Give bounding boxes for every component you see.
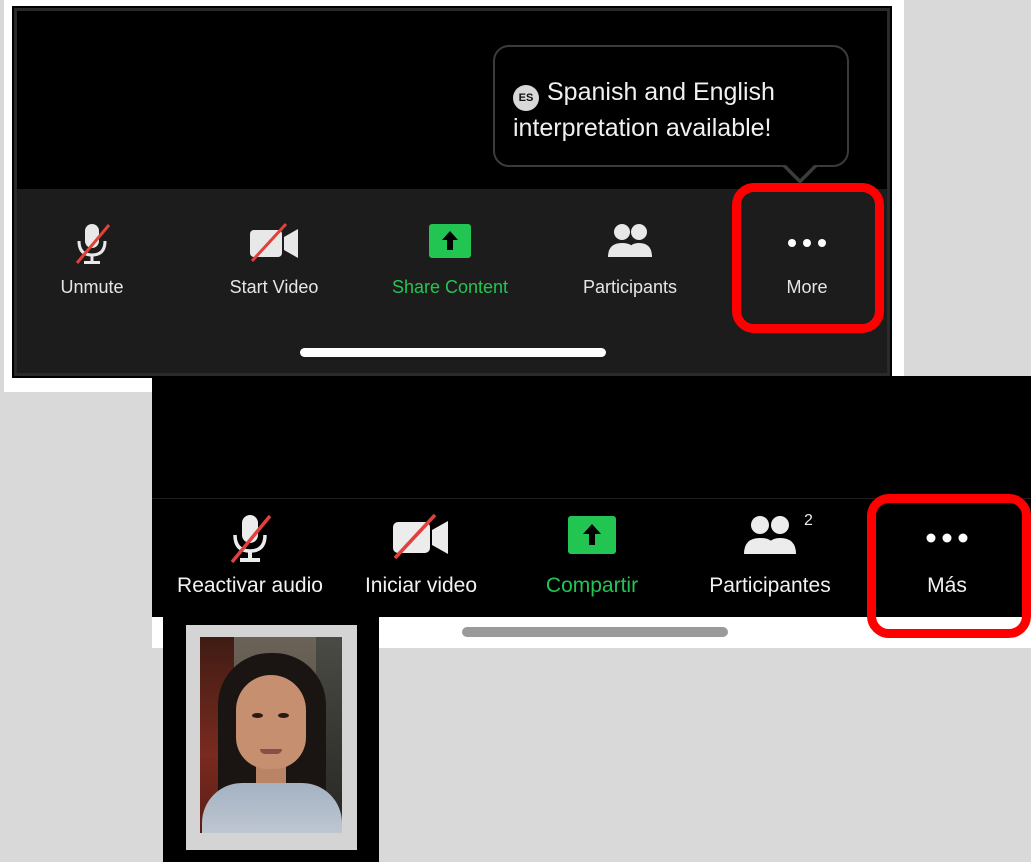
tooltip-pointer bbox=[782, 164, 818, 184]
tooltip-line-2: interpretation available! bbox=[513, 114, 772, 142]
participantes-label: Participantes bbox=[709, 574, 831, 597]
home-indicator bbox=[300, 348, 606, 357]
interpreter-photo bbox=[200, 637, 342, 833]
unmute-button[interactable]: Unmute bbox=[37, 211, 147, 311]
participants-icon bbox=[605, 221, 655, 266]
participantes-button[interactable]: Participantes bbox=[690, 504, 850, 604]
share-content-button[interactable]: Share Content bbox=[375, 211, 525, 311]
reactivar-audio-button[interactable]: Reactivar audio bbox=[160, 504, 340, 604]
share-content-label: Share Content bbox=[391, 277, 509, 297]
start-video-button[interactable]: Start Video bbox=[209, 211, 339, 311]
video-off-icon bbox=[389, 512, 453, 567]
unmute-label: Unmute bbox=[60, 277, 124, 297]
participant-count: 2 bbox=[804, 512, 813, 529]
more-button-highlight bbox=[732, 183, 884, 333]
microphone-muted-icon bbox=[226, 512, 274, 571]
participants-label: Participants bbox=[582, 277, 678, 297]
share-upload-icon bbox=[427, 221, 473, 266]
microphone-muted-icon bbox=[71, 221, 113, 272]
participants-icon bbox=[741, 512, 799, 563]
compartir-button[interactable]: Compartir bbox=[522, 504, 662, 604]
start-video-label: Start Video bbox=[229, 277, 319, 297]
mas-button-highlight bbox=[867, 494, 1031, 638]
home-indicator-es bbox=[462, 627, 728, 637]
interpretation-tooltip: ES Spanish and English interpretation av… bbox=[493, 45, 849, 184]
tooltip-line-1: Spanish and English bbox=[547, 78, 775, 106]
share-upload-icon bbox=[566, 512, 618, 563]
iniciar-video-button[interactable]: Iniciar video bbox=[348, 504, 494, 604]
iniciar-video-label: Iniciar video bbox=[364, 574, 478, 597]
participants-button[interactable]: Participants bbox=[565, 211, 695, 311]
compartir-label: Compartir bbox=[545, 574, 639, 597]
video-off-icon bbox=[246, 221, 302, 270]
reactivar-audio-label: Reactivar audio bbox=[177, 574, 323, 597]
interpreter-photo-frame bbox=[163, 613, 379, 862]
language-badge: ES bbox=[513, 85, 539, 111]
